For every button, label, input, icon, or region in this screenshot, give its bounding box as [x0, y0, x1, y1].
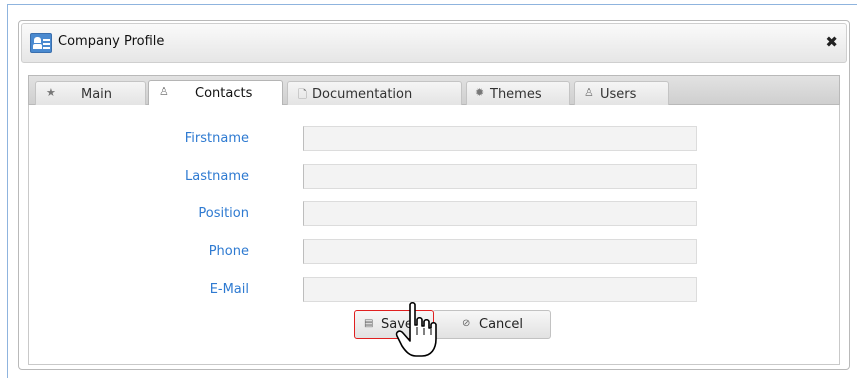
phone-field[interactable] [303, 239, 697, 264]
document-icon: 🗋 [298, 88, 307, 101]
firstname-field[interactable] [303, 126, 697, 151]
page-border-top [7, 4, 857, 5]
cancel-label: Cancel [479, 317, 524, 332]
tab-label: Main [81, 87, 113, 102]
email-label: E-Mail [209, 282, 249, 297]
dialog-title: Company Profile [58, 34, 165, 49]
cancel-button[interactable]: ⊘ Cancel [432, 310, 551, 339]
hand-cursor-icon [395, 301, 437, 357]
tab-main[interactable]: ★ Main [35, 81, 146, 106]
position-label: Position [198, 206, 249, 221]
tab-contacts[interactable]: ♙ Contacts [148, 80, 283, 106]
save-icon: ▤ [364, 318, 374, 329]
tab-label: Themes [490, 87, 542, 102]
dialog-titlebar[interactable]: Company Profile ✖ [21, 23, 847, 63]
phone-label: Phone [208, 244, 249, 259]
profile-card-icon [30, 33, 52, 53]
tab-users[interactable]: ♙ Users [574, 81, 669, 106]
close-icon[interactable]: ✖ [825, 33, 838, 51]
tab-label: Documentation [312, 87, 413, 102]
tab-themes[interactable]: ✹ Themes [466, 81, 570, 106]
firstname-label: Firstname [184, 131, 249, 146]
lastname-field[interactable] [303, 164, 697, 189]
lastname-label: Lastname [185, 169, 249, 184]
gear-icon: ✹ [475, 86, 485, 99]
tab-strip: ★ Main ♙ Contacts 🗋 Documentation ✹ Them… [28, 75, 840, 106]
page-border-left [7, 4, 8, 378]
cancel-icon: ⊘ [462, 318, 471, 329]
star-icon: ★ [46, 86, 56, 99]
tab-label: Users [600, 87, 637, 102]
position-field[interactable] [303, 201, 697, 226]
user-icon: ♙ [159, 85, 169, 98]
users-icon: ♙ [584, 86, 594, 99]
tab-documentation[interactable]: 🗋 Documentation [287, 81, 462, 106]
email-field[interactable] [303, 277, 697, 302]
tab-label: Contacts [195, 86, 253, 101]
